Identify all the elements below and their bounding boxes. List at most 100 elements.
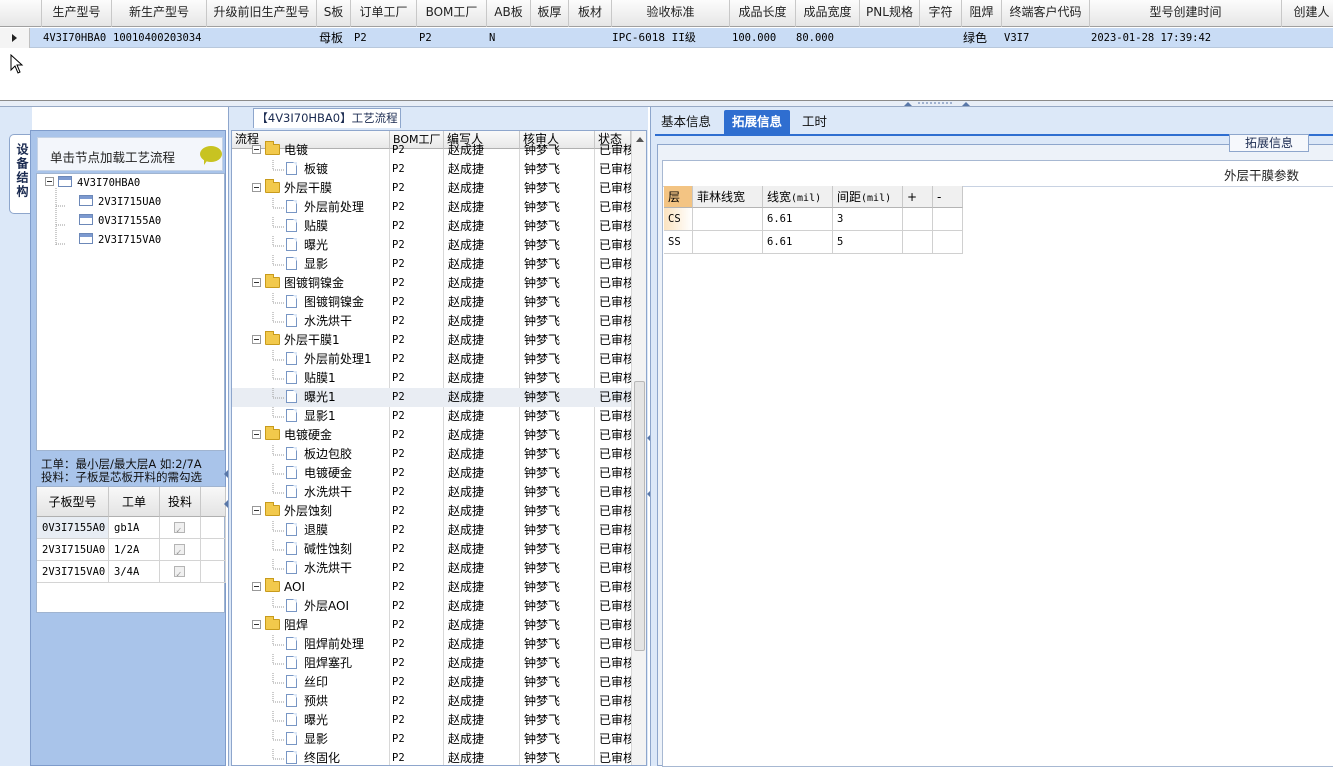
flow-bom-cell[interactable]: P2 <box>392 350 442 369</box>
cell-order-factory[interactable]: P2 <box>354 28 367 48</box>
flow-reviewer-cell[interactable]: 钟梦飞 <box>524 502 594 521</box>
tree-child[interactable]: 0V3I7155A0 <box>79 212 161 230</box>
flow-bom-cell[interactable]: P2 <box>392 369 442 388</box>
line-width-cell[interactable]: 6.61 <box>763 231 833 254</box>
flow-reviewer-cell[interactable]: 钟梦飞 <box>524 673 594 692</box>
cell-s-board[interactable]: 母板 <box>319 28 343 48</box>
flow-bom-cell[interactable]: P2 <box>392 198 442 217</box>
col-header[interactable]: 线宽(mil) <box>763 186 833 208</box>
flow-bom-cell[interactable]: P2 <box>392 502 442 521</box>
flow-step-row[interactable]: 外层AOI P2 赵成捷 钟梦飞 已审核 <box>232 597 635 616</box>
cell-prod-no[interactable]: 4V3I70HBA0 <box>43 28 106 48</box>
sub-model-cell[interactable]: 2V3I715VA0 <box>37 561 109 583</box>
flow-author-cell[interactable]: 赵成捷 <box>448 692 518 711</box>
flow-status-cell[interactable]: 已审核 <box>599 388 635 407</box>
flow-status-cell[interactable]: 已审核 <box>599 160 635 179</box>
flow-author-cell[interactable]: 赵成捷 <box>448 198 518 217</box>
flow-bom-cell[interactable]: P2 <box>392 578 442 597</box>
col-header[interactable]: 验收标准 <box>612 0 730 27</box>
flow-step-row[interactable]: 贴膜1 P2 赵成捷 钟梦飞 已审核 <box>232 369 635 388</box>
flow-step-row[interactable]: 曝光1 P2 赵成捷 钟梦飞 已审核 <box>232 388 635 407</box>
col-header[interactable]: 生产型号 <box>42 0 112 27</box>
col-header[interactable]: BOM工厂 <box>417 0 487 27</box>
flow-bom-cell[interactable]: P2 <box>392 141 442 160</box>
flow-bom-cell[interactable]: P2 <box>392 521 442 540</box>
flow-group-row[interactable]: 图镀铜镍金 P2 赵成捷 钟梦飞 已审核 <box>232 274 635 293</box>
flow-reviewer-cell[interactable]: 钟梦飞 <box>524 730 594 749</box>
col-header[interactable]: 间距(mil) <box>833 186 903 208</box>
flow-status-cell[interactable]: 已审核 <box>599 426 635 445</box>
flow-author-cell[interactable]: 赵成捷 <box>448 217 518 236</box>
flow-reviewer-cell[interactable]: 钟梦飞 <box>524 198 594 217</box>
flow-status-cell[interactable]: 已审核 <box>599 312 635 331</box>
flow-reviewer-cell[interactable]: 钟梦飞 <box>524 274 594 293</box>
flow-bom-cell[interactable]: P2 <box>392 426 442 445</box>
flow-reviewer-cell[interactable]: 钟梦飞 <box>524 635 594 654</box>
layer-cell[interactable]: SS <box>664 231 693 254</box>
flow-reviewer-cell[interactable]: 钟梦飞 <box>524 407 594 426</box>
flow-status-cell[interactable]: 已审核 <box>599 616 635 635</box>
flow-reviewer-cell[interactable]: 钟梦飞 <box>524 540 594 559</box>
col-header[interactable]: 成品宽度 <box>796 0 860 27</box>
cell-solder-mask[interactable]: 绿色 <box>963 28 987 48</box>
flow-status-cell[interactable]: 已审核 <box>599 198 635 217</box>
flow-bom-cell[interactable]: P2 <box>392 407 442 426</box>
cell-created[interactable]: 2023-01-28 17:39:42 <box>1091 28 1211 48</box>
flow-author-cell[interactable]: 赵成捷 <box>448 369 518 388</box>
flow-group-row[interactable]: 外层蚀刻 P2 赵成捷 钟梦飞 已审核 <box>232 502 635 521</box>
flow-bom-cell[interactable]: P2 <box>392 673 442 692</box>
flow-author-cell[interactable]: 赵成捷 <box>448 483 518 502</box>
flow-bom-cell[interactable]: P2 <box>392 445 442 464</box>
spacing-cell[interactable]: 5 <box>833 231 903 254</box>
col-header[interactable]: 阻焊 <box>962 0 1002 27</box>
flow-reviewer-cell[interactable]: 钟梦飞 <box>524 388 594 407</box>
tree-child[interactable]: 2V3I715UA0 <box>79 193 161 211</box>
flow-bom-cell[interactable]: P2 <box>392 749 442 765</box>
flow-reviewer-cell[interactable]: 钟梦飞 <box>524 483 594 502</box>
spacing-cell[interactable]: 3 <box>833 208 903 231</box>
cell-customer-code[interactable]: V3I7 <box>1004 28 1029 48</box>
flow-bom-cell[interactable]: P2 <box>392 654 442 673</box>
flow-author-cell[interactable]: 赵成捷 <box>448 388 518 407</box>
flow-step-row[interactable]: 丝印 P2 赵成捷 钟梦飞 已审核 <box>232 673 635 692</box>
flow-bom-cell[interactable]: P2 <box>392 559 442 578</box>
flow-reviewer-cell[interactable]: 钟梦飞 <box>524 312 594 331</box>
flow-bom-cell[interactable]: P2 <box>392 635 442 654</box>
flow-bom-cell[interactable]: P2 <box>392 217 442 236</box>
col-header[interactable]: 订单工厂 <box>351 0 417 27</box>
collapse-icon[interactable] <box>45 177 54 186</box>
col-header[interactable]: 板厚 <box>531 0 569 27</box>
flow-author-cell[interactable]: 赵成捷 <box>448 597 518 616</box>
flow-status-cell[interactable]: 已审核 <box>599 483 635 502</box>
cell-new-prod-no[interactable]: 10010400203034 <box>113 28 202 48</box>
flow-author-cell[interactable]: 赵成捷 <box>448 711 518 730</box>
flow-author-cell[interactable]: 赵成捷 <box>448 293 518 312</box>
flow-group-row[interactable]: 电镀硬金 P2 赵成捷 钟梦飞 已审核 <box>232 426 635 445</box>
cell-standard[interactable]: IPC-6018 II级 <box>612 28 696 48</box>
flow-reviewer-cell[interactable]: 钟梦飞 <box>524 236 594 255</box>
flow-author-cell[interactable]: 赵成捷 <box>448 426 518 445</box>
flow-status-cell[interactable]: 已审核 <box>599 749 635 765</box>
sub-order-cell[interactable]: 1/2A <box>109 539 160 561</box>
flow-bom-cell[interactable]: P2 <box>392 483 442 502</box>
flow-reviewer-cell[interactable]: 钟梦飞 <box>524 369 594 388</box>
flow-step-row[interactable]: 曝光 P2 赵成捷 钟梦飞 已审核 <box>232 236 635 255</box>
cell-length[interactable]: 100.000 <box>732 28 776 48</box>
flow-step-row[interactable]: 阻焊前处理 P2 赵成捷 钟梦飞 已审核 <box>232 635 635 654</box>
flow-reviewer-cell[interactable]: 钟梦飞 <box>524 293 594 312</box>
flow-author-cell[interactable]: 赵成捷 <box>448 141 518 160</box>
sub-feed-cell[interactable] <box>160 517 201 539</box>
flow-bom-cell[interactable]: P2 <box>392 331 442 350</box>
flow-bom-cell[interactable]: P2 <box>392 616 442 635</box>
feed-checkbox[interactable] <box>174 542 185 560</box>
flow-bom-cell[interactable]: P2 <box>392 388 442 407</box>
tab-work-hours[interactable]: 工时 <box>794 110 835 134</box>
flow-status-cell[interactable]: 已审核 <box>599 540 635 559</box>
flow-bom-cell[interactable]: P2 <box>392 540 442 559</box>
flow-reviewer-cell[interactable]: 钟梦飞 <box>524 597 594 616</box>
flow-author-cell[interactable]: 赵成捷 <box>448 521 518 540</box>
flow-bom-cell[interactable]: P2 <box>392 464 442 483</box>
flow-status-cell[interactable]: 已审核 <box>599 369 635 388</box>
flow-step-row[interactable]: 终固化 P2 赵成捷 钟梦飞 已审核 <box>232 749 635 765</box>
scroll-up-icon[interactable] <box>636 137 644 142</box>
